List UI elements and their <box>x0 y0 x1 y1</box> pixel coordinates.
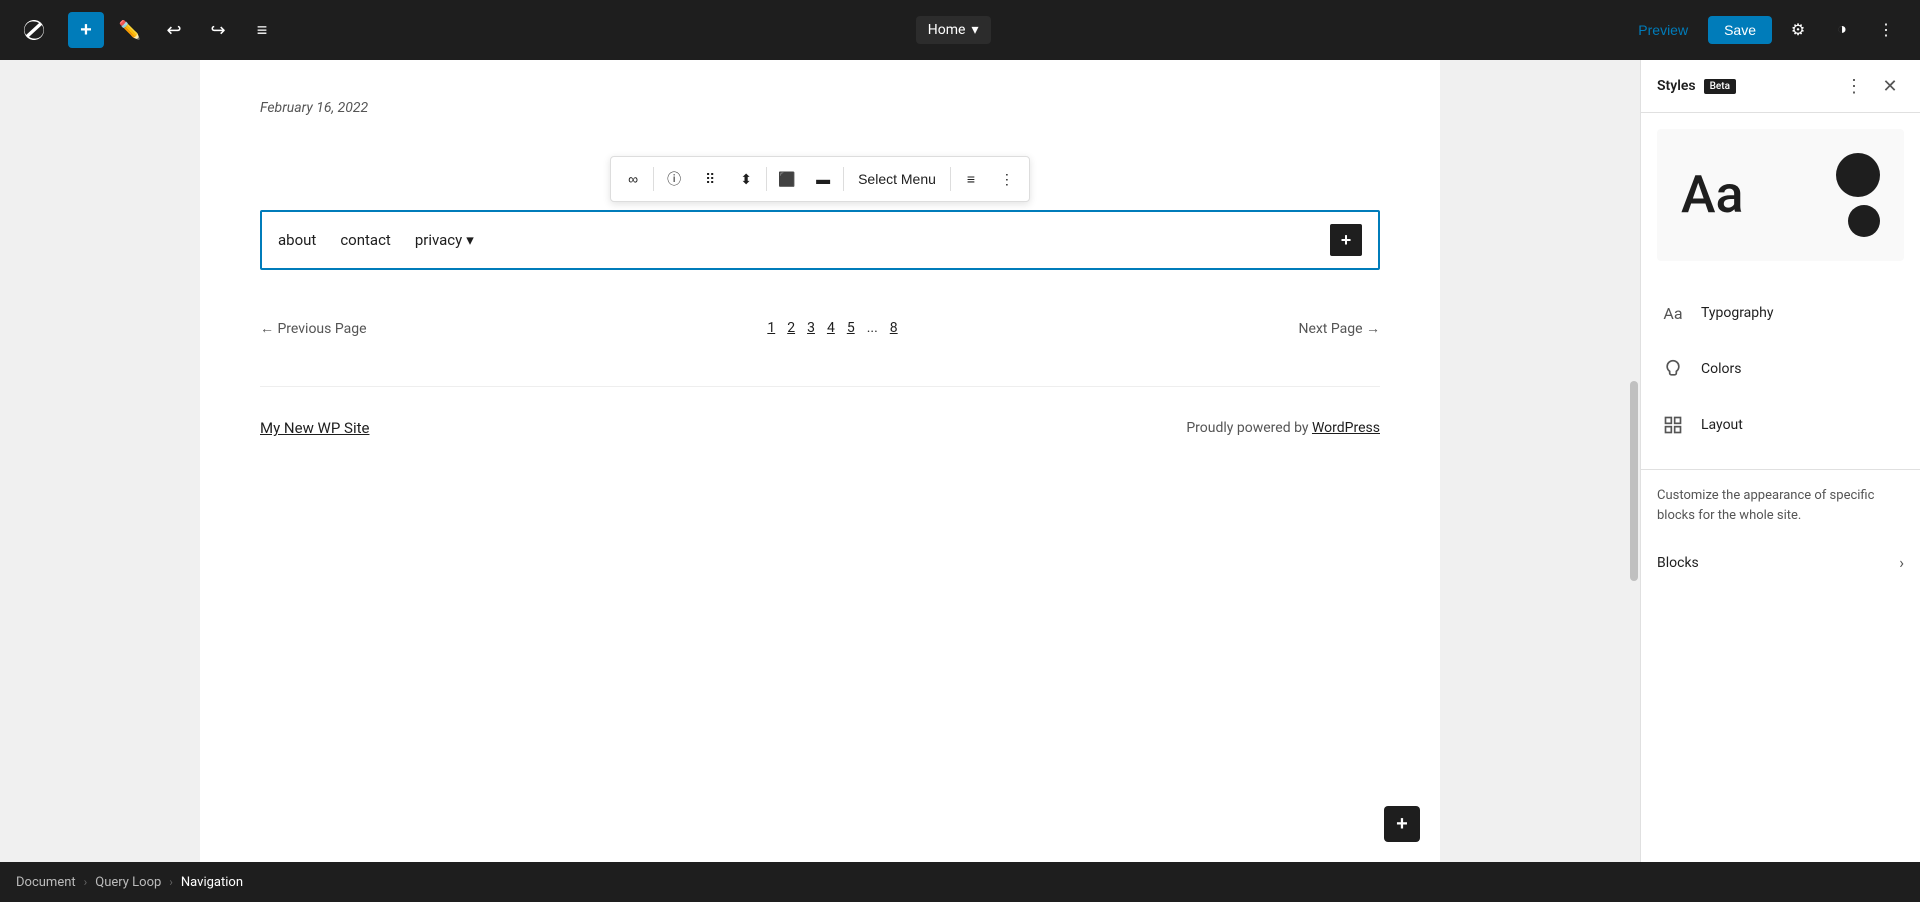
page-num-3[interactable]: 3 <box>803 318 819 338</box>
pagination-wrapper: ← Previous Page 1 2 3 4 5 ... 8 Next Pag… <box>260 310 1380 346</box>
toolbar-divider-4 <box>950 167 951 191</box>
block-drag-button[interactable]: ⠿ <box>692 161 728 197</box>
block-link-button[interactable]: ∞ <box>615 161 651 197</box>
styles-description: Customize the appearance of specific blo… <box>1641 469 1920 541</box>
pagination-prev[interactable]: ← Previous Page <box>260 320 367 337</box>
chevron-down-icon: ▾ <box>971 22 978 38</box>
top-toolbar: + ✏️ ↩ ↪ ≡ Home ▾ Preview Save ⚙ ◑ ⋮ <box>0 0 1920 60</box>
toolbar-divider-1 <box>653 167 654 191</box>
nav-items: about contact privacy ▾ <box>278 231 1330 249</box>
main-layout: February 16, 2022 ∞ ⓘ ⠿ ⬍ ⬛ ▬ Select Men… <box>0 60 1920 862</box>
style-circle-large <box>1836 153 1880 197</box>
block-justify-center-button[interactable]: ▬ <box>805 161 841 197</box>
style-preview: Aa <box>1657 129 1904 261</box>
typography-option[interactable]: Aa Typography <box>1641 285 1920 341</box>
canvas-content: February 16, 2022 ∞ ⓘ ⠿ ⬍ ⬛ ▬ Select Men… <box>200 60 1440 862</box>
page-num-ellipsis: ... <box>863 318 882 338</box>
pagination-next[interactable]: Next Page → <box>1298 320 1380 337</box>
style-preview-text: Aa <box>1681 169 1744 221</box>
styles-panel-menu-button[interactable]: ⋮ <box>1840 72 1868 100</box>
footer-site-name[interactable]: My New WP Site <box>260 419 369 437</box>
breadcrumb-query-loop[interactable]: Query Loop <box>95 875 161 890</box>
block-align-button[interactable]: ≡ <box>953 161 989 197</box>
page-num-8[interactable]: 8 <box>886 318 902 338</box>
breadcrumb-navigation[interactable]: Navigation <box>181 875 243 890</box>
nav-item-contact[interactable]: contact <box>340 231 391 249</box>
styles-panel: Styles Beta ⋮ ✕ Aa Aa Typography <box>1640 60 1920 862</box>
navigation-block[interactable]: about contact privacy ▾ + <box>260 210 1380 270</box>
blocks-row[interactable]: Blocks › <box>1641 541 1920 584</box>
styles-header-right: ⋮ ✕ <box>1840 72 1904 100</box>
canvas-area: February 16, 2022 ∞ ⓘ ⠿ ⬍ ⬛ ▬ Select Men… <box>0 60 1640 862</box>
layout-icon <box>1657 409 1689 441</box>
privacy-dropdown-icon: ▾ <box>466 231 474 249</box>
layout-label: Layout <box>1701 417 1904 433</box>
styles-panel-header: Styles Beta ⋮ ✕ <box>1641 60 1920 113</box>
blocks-arrow-icon: › <box>1899 553 1904 572</box>
page-title: Home <box>928 22 966 38</box>
toolbar-divider-2 <box>766 167 767 191</box>
block-info-button[interactable]: ⓘ <box>656 161 692 197</box>
breadcrumb-sep-1: › <box>84 875 88 889</box>
scrollbar-thumb[interactable] <box>1630 381 1638 581</box>
blocks-label: Blocks <box>1657 555 1699 571</box>
edit-mode-button[interactable]: ✏️ <box>112 12 148 48</box>
page-num-1[interactable]: 1 <box>763 318 779 338</box>
nav-add-item-button[interactable]: + <box>1330 224 1362 256</box>
colors-label: Colors <box>1701 361 1904 377</box>
select-menu-button[interactable]: Select Menu <box>846 161 948 197</box>
footer-powered-text: Proudly powered by <box>1186 420 1312 436</box>
footer-wordpress-link[interactable]: WordPress <box>1312 420 1380 436</box>
beta-badge: Beta <box>1704 79 1736 94</box>
layout-option[interactable]: Layout <box>1641 397 1920 453</box>
typography-label: Typography <box>1701 305 1904 321</box>
block-toolbar-wrapper: ∞ ⓘ ⠿ ⬍ ⬛ ▬ Select Menu ≡ ⋮ <box>260 156 1380 202</box>
breadcrumb-sep-2: › <box>169 875 173 889</box>
colors-icon <box>1657 353 1689 385</box>
theme-toggle-button[interactable]: ◑ <box>1824 12 1860 48</box>
canvas-scroll[interactable]: February 16, 2022 ∞ ⓘ ⠿ ⬍ ⬛ ▬ Select Men… <box>0 60 1640 862</box>
redo-button[interactable]: ↪ <box>200 12 236 48</box>
block-more-button[interactable]: ⋮ <box>989 161 1025 197</box>
preview-button[interactable]: Preview <box>1626 16 1700 44</box>
block-justify-left-button[interactable]: ⬛ <box>769 161 805 197</box>
page-num-5[interactable]: 5 <box>843 318 859 338</box>
wp-logo[interactable] <box>16 12 52 48</box>
page-num-2[interactable]: 2 <box>783 318 799 338</box>
footer-powered: Proudly powered by WordPress <box>1186 420 1380 436</box>
block-toolbar: ∞ ⓘ ⠿ ⬍ ⬛ ▬ Select Menu ≡ ⋮ <box>610 156 1030 202</box>
scrollbar-track[interactable] <box>1628 60 1640 862</box>
page-selector[interactable]: Home ▾ <box>916 16 991 44</box>
list-view-button[interactable]: ≡ <box>244 12 280 48</box>
toolbar-right: Preview Save ⚙ ◑ ⋮ <box>1626 12 1904 48</box>
post-date: February 16, 2022 <box>260 100 1380 116</box>
save-button[interactable]: Save <box>1708 16 1772 44</box>
page-num-4[interactable]: 4 <box>823 318 839 338</box>
settings-button[interactable]: ⚙ <box>1780 12 1816 48</box>
site-footer: My New WP Site Proudly powered by WordPr… <box>260 386 1380 469</box>
typography-icon: Aa <box>1657 297 1689 329</box>
more-options-button[interactable]: ⋮ <box>1868 12 1904 48</box>
colors-option[interactable]: Colors <box>1641 341 1920 397</box>
toolbar-center: Home ▾ <box>288 16 1618 44</box>
toolbar-divider-3 <box>843 167 844 191</box>
pagination-numbers: 1 2 3 4 5 ... 8 <box>763 318 901 338</box>
style-options: Aa Typography Colors Layout <box>1641 277 1920 461</box>
breadcrumb-document[interactable]: Document <box>16 875 76 890</box>
add-block-toolbar-button[interactable]: + <box>68 12 104 48</box>
nav-item-about[interactable]: about <box>278 231 316 249</box>
block-move-up-down-button[interactable]: ⬍ <box>728 161 764 197</box>
style-circle-small <box>1848 205 1880 237</box>
nav-item-privacy[interactable]: privacy ▾ <box>415 231 474 249</box>
styles-panel-close-button[interactable]: ✕ <box>1876 72 1904 100</box>
styles-panel-title: Styles <box>1657 78 1696 94</box>
breadcrumb-bar: Document › Query Loop › Navigation <box>0 862 1920 902</box>
add-block-canvas-button[interactable]: + <box>1384 806 1420 842</box>
style-circles <box>1836 153 1880 237</box>
undo-button[interactable]: ↩ <box>156 12 192 48</box>
